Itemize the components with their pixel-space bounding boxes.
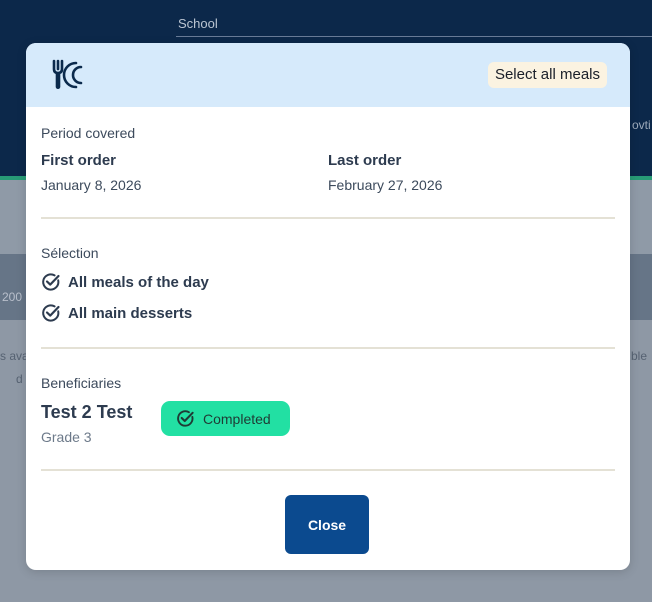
divider bbox=[41, 347, 615, 349]
last-order-title: Last order bbox=[328, 152, 402, 169]
selection-item: All meals of the day bbox=[41, 272, 209, 292]
last-order-column: Last order February 27, 2026 bbox=[328, 152, 442, 193]
beneficiaries-label: Beneficiaries bbox=[41, 375, 122, 391]
selection-item-label: All meals of the day bbox=[68, 273, 209, 291]
divider bbox=[41, 469, 615, 471]
status-badge: Completed bbox=[161, 401, 290, 436]
period-covered-label: Period covered bbox=[41, 125, 136, 141]
utensils-icon bbox=[52, 59, 83, 89]
check-circle-icon bbox=[42, 273, 60, 291]
first-order-date: January 8, 2026 bbox=[41, 177, 142, 193]
selection-label: Sélection bbox=[41, 245, 99, 261]
selection-item-label: All main desserts bbox=[68, 304, 193, 322]
first-order-column: First order January 8, 2026 bbox=[41, 152, 141, 193]
check-circle-icon bbox=[177, 410, 194, 427]
selection-item: All main desserts bbox=[41, 303, 192, 323]
first-order-title: First order bbox=[41, 152, 117, 169]
last-order-date: February 27, 2026 bbox=[328, 177, 443, 193]
beneficiary-grade: Grade 3 bbox=[41, 429, 92, 445]
modal-header: Select all meals bbox=[26, 43, 630, 107]
close-button[interactable]: Close bbox=[285, 495, 369, 554]
meal-selection-modal: Select all meals Period covered First or… bbox=[26, 43, 630, 570]
check-circle-icon bbox=[42, 304, 60, 322]
select-all-meals-button[interactable]: Select all meals bbox=[487, 62, 607, 88]
status-label: Completed bbox=[203, 410, 271, 427]
beneficiary-name: Test 2 Test bbox=[41, 402, 133, 422]
divider bbox=[41, 217, 615, 219]
